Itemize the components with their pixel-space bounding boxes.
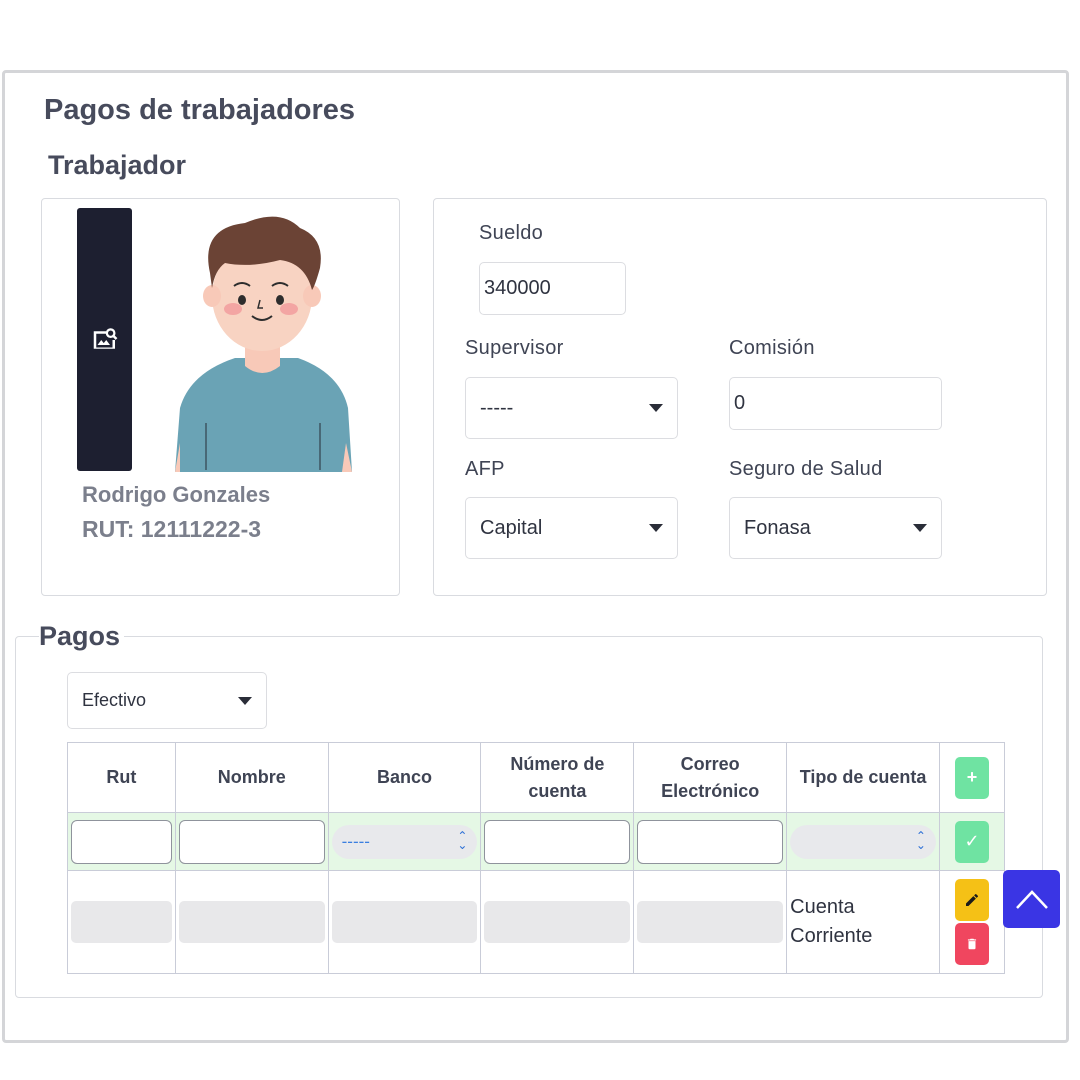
- cell: [327, 870, 482, 974]
- table-header-row: Rut Nombre Banco Número de cuenta Correo…: [67, 742, 1006, 813]
- chevron-down-icon: [913, 524, 927, 532]
- change-photo-button[interactable]: [77, 208, 132, 471]
- banco-select-value: -----: [341, 831, 370, 851]
- col-header-correo: Correo Electrónico: [633, 742, 788, 813]
- worker-name: Rodrigo Gonzales: [82, 482, 271, 507]
- col-header-rut: Rut: [67, 742, 176, 813]
- col-header-nombre: Nombre: [174, 742, 329, 813]
- redacted-banco: [331, 901, 478, 943]
- cell: [174, 870, 329, 974]
- correo-input[interactable]: [637, 819, 784, 864]
- pagos-title: Pagos: [39, 621, 125, 652]
- cell: [67, 870, 176, 974]
- edit-row-button[interactable]: [954, 879, 989, 921]
- new-payment-row: ----- ⌃ ⌄ ⌃ ⌄ ✓: [67, 812, 1006, 871]
- redacted-correo: [637, 901, 784, 943]
- redacted-numero: [484, 901, 631, 943]
- confirm-row-button[interactable]: ✓: [954, 820, 989, 863]
- cell: ----- ⌃ ⌄: [327, 812, 482, 871]
- redacted-rut: [71, 901, 172, 943]
- cell: [480, 812, 635, 871]
- seguro-select[interactable]: Fonasa: [729, 497, 942, 559]
- seguro-value: Fonasa: [744, 516, 811, 539]
- col-header-numero: Número de cuenta: [480, 742, 635, 813]
- cell: [633, 812, 788, 871]
- plus-icon: +: [966, 767, 978, 787]
- cell: [633, 870, 788, 974]
- cell: [938, 870, 1006, 974]
- chevron-up-icon: [1015, 890, 1048, 909]
- supervisor-label: Supervisor: [465, 337, 564, 359]
- redacted-nombre: [178, 901, 325, 943]
- payment-method-value: Efectivo: [82, 690, 147, 710]
- page-title: Pagos de trabajadores: [44, 94, 356, 126]
- worker-rut: RUT: 12111222-3: [82, 516, 262, 542]
- cell: [480, 870, 635, 974]
- col-header-tipo: Tipo de cuenta: [786, 742, 940, 813]
- chevron-down-icon: [649, 404, 663, 412]
- add-row-button[interactable]: +: [954, 756, 989, 799]
- col-header-correo-line2: Electrónico: [661, 780, 760, 801]
- payment-method-select[interactable]: Efectivo: [67, 672, 267, 729]
- supervisor-select[interactable]: -----: [465, 377, 678, 439]
- chevron-down-icon: [649, 524, 663, 532]
- delete-row-button[interactable]: [954, 923, 989, 965]
- sueldo-input[interactable]: 340000: [479, 262, 626, 315]
- afp-value: Capital: [480, 516, 543, 539]
- col-header-correo-line1: Correo: [680, 753, 740, 774]
- afp-label: AFP: [465, 458, 505, 480]
- col-header-numero-line2: cuenta: [528, 780, 587, 801]
- table-row: Cuenta Corriente: [67, 870, 1006, 974]
- worker-avatar: [175, 216, 352, 472]
- tipo-cuenta-select[interactable]: ⌃ ⌄: [790, 824, 936, 859]
- banco-select[interactable]: ----- ⌃ ⌄: [331, 824, 478, 859]
- pencil-icon: [965, 893, 978, 906]
- updown-icon: ⌃ ⌄: [457, 828, 468, 852]
- cell: ✓: [938, 812, 1006, 871]
- sueldo-label: Sueldo: [479, 222, 544, 244]
- cell: [174, 812, 329, 871]
- image-search-icon: [93, 327, 117, 349]
- tipo-cuenta-line2: Corriente: [790, 925, 873, 947]
- chevron-down-icon: [238, 696, 252, 705]
- tipo-cuenta-value: Cuenta Corriente: [787, 893, 939, 951]
- col-header-actions: +: [938, 742, 1006, 813]
- scroll-to-top-button[interactable]: [1003, 870, 1060, 928]
- cell: [67, 812, 176, 871]
- col-header-banco: Banco: [327, 742, 482, 813]
- updown-icon: ⌃ ⌄: [915, 828, 926, 852]
- cell: ⌃ ⌄: [786, 812, 940, 871]
- seguro-label: Seguro de Salud: [729, 458, 883, 480]
- comision-label: Comisión: [729, 337, 815, 359]
- supervisor-value: -----: [480, 396, 514, 419]
- numero-cuenta-input[interactable]: [484, 819, 631, 864]
- trash-icon: [967, 938, 977, 950]
- section-title-trabajador: Trabajador: [48, 150, 187, 180]
- payments-table: Rut Nombre Banco Número de cuenta Correo…: [67, 742, 1006, 974]
- col-header-numero-line1: Número de: [510, 753, 605, 774]
- check-icon: ✓: [964, 831, 980, 851]
- comision-input[interactable]: 0: [729, 377, 942, 430]
- nombre-input[interactable]: [178, 819, 325, 864]
- afp-select[interactable]: Capital: [465, 497, 678, 559]
- rut-input[interactable]: [71, 819, 172, 864]
- cell: Cuenta Corriente: [786, 870, 940, 974]
- tipo-cuenta-line1: Cuenta: [790, 896, 855, 918]
